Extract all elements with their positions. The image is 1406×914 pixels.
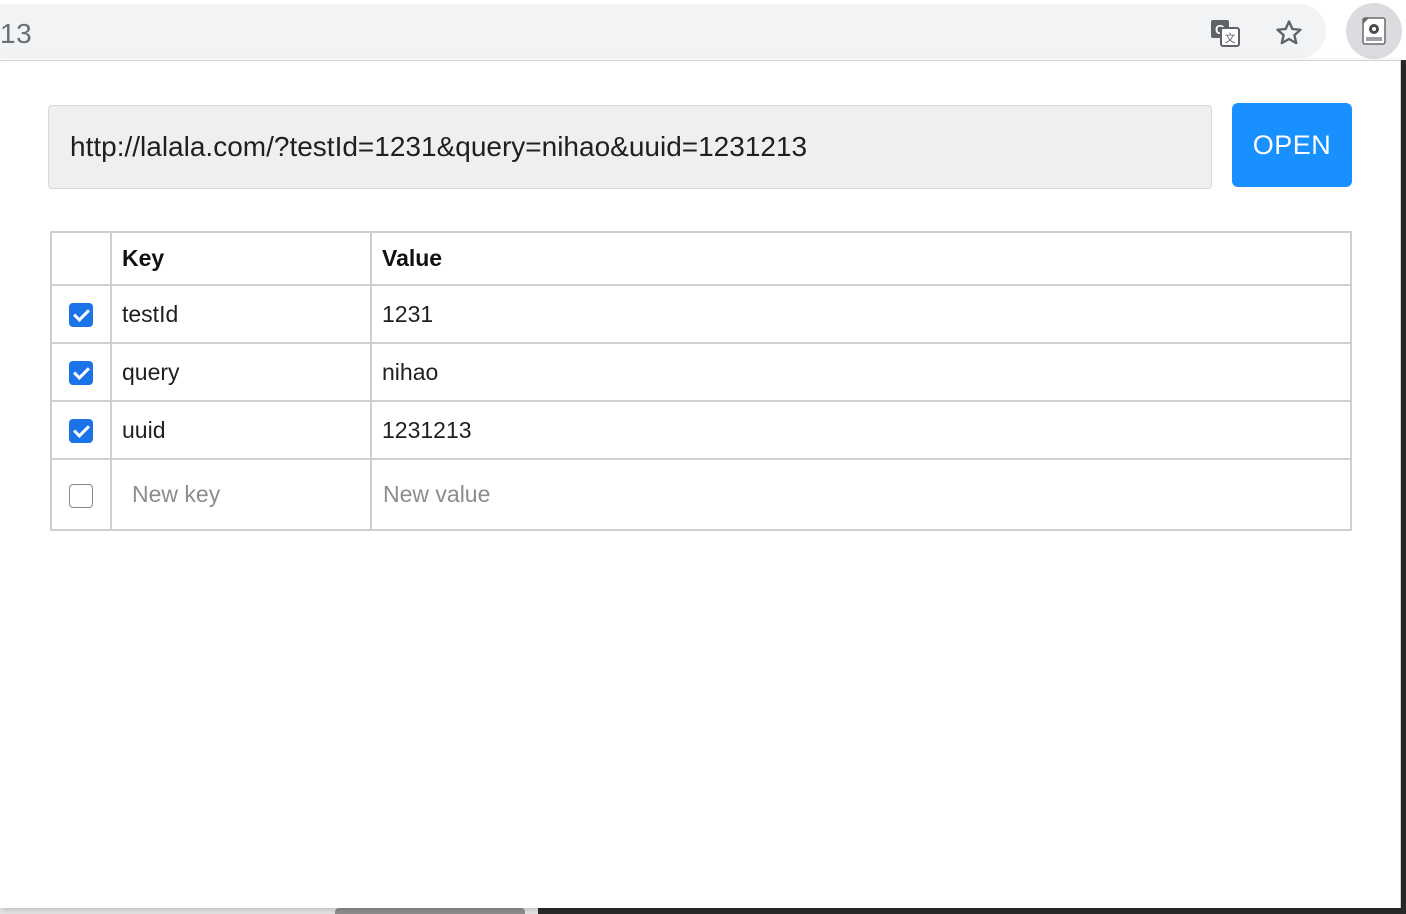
param-value[interactable]: 1231 (370, 284, 1352, 344)
header-key: Key (110, 231, 372, 286)
new-param-row (50, 458, 1352, 531)
url-params-extension-icon (1362, 17, 1386, 45)
window-bottom-edge (0, 908, 1406, 914)
extension-button[interactable] (1346, 3, 1402, 59)
new-value-input[interactable] (382, 481, 1340, 508)
bookmark-star-icon[interactable] (1272, 16, 1306, 50)
header-value: Value (370, 231, 1352, 286)
row-checkbox[interactable] (69, 361, 93, 386)
row-select-cell (50, 284, 112, 344)
table-header-row: Key Value (50, 231, 1352, 286)
address-bar[interactable]: 13 G 文 (0, 4, 1326, 58)
open-button[interactable]: OPEN (1232, 103, 1352, 187)
header-select (50, 231, 112, 286)
param-key[interactable]: uuid (110, 400, 372, 460)
new-key-cell (110, 458, 372, 531)
param-key[interactable]: query (110, 342, 372, 402)
address-bar-url-fragment: 13 (0, 18, 33, 49)
params-table: Key Value testId 1231 query nihao uuid 1… (50, 231, 1352, 531)
new-key-input[interactable] (122, 481, 360, 508)
table-row: testId 1231 (50, 284, 1352, 344)
param-value[interactable]: 1231213 (370, 400, 1352, 460)
table-row: uuid 1231213 (50, 400, 1352, 460)
row-checkbox[interactable] (69, 419, 93, 444)
row-select-cell (50, 458, 112, 531)
row-select-cell (50, 400, 112, 460)
svg-text:文: 文 (1225, 31, 1236, 45)
row-checkbox[interactable] (69, 303, 93, 328)
param-value[interactable]: nihao (370, 342, 1352, 402)
extension-popup: OPEN Key Value testId 1231 (0, 60, 1401, 908)
new-row-checkbox[interactable] (69, 483, 93, 508)
url-input[interactable] (48, 105, 1212, 189)
param-key[interactable]: testId (110, 284, 372, 344)
window-edge (1401, 60, 1406, 914)
translate-icon[interactable]: G 文 (1208, 16, 1242, 50)
new-value-cell (370, 458, 1352, 531)
row-select-cell (50, 342, 112, 402)
browser-toolbar: 13 G 文 (0, 0, 1406, 60)
table-row: query nihao (50, 342, 1352, 402)
